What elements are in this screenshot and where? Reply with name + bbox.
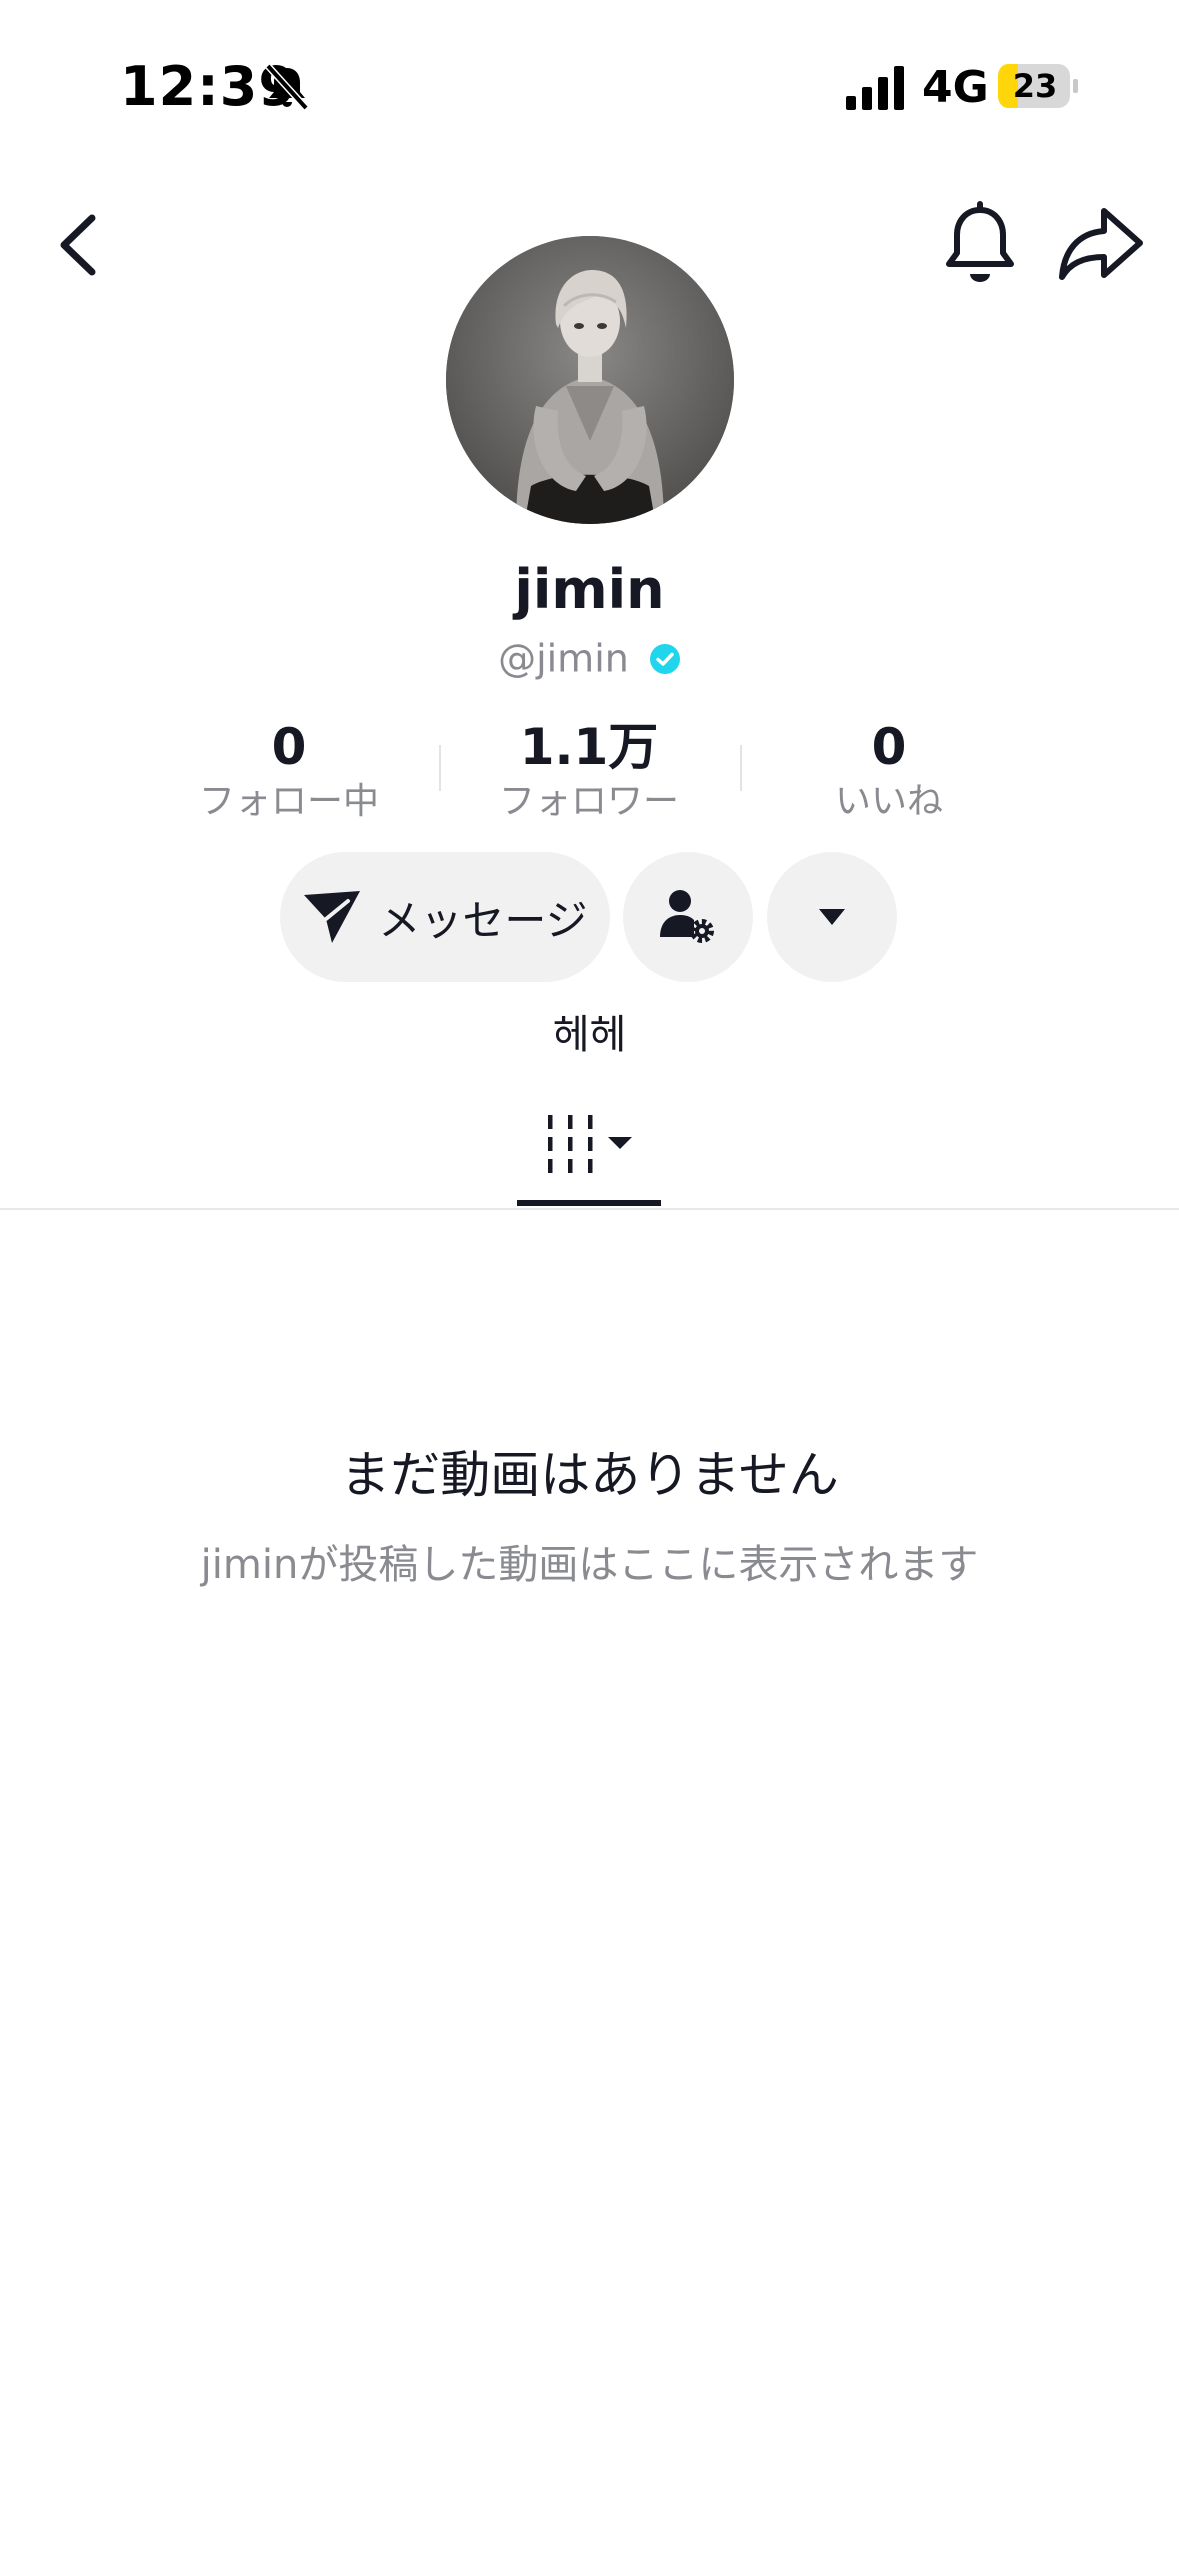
tab-divider xyxy=(0,1208,1179,1210)
bell-slash-icon xyxy=(265,63,309,111)
avatar[interactable] xyxy=(446,236,734,524)
following-count: 0 xyxy=(271,718,307,776)
message-button[interactable]: メッセージ xyxy=(280,852,610,982)
user-gear-icon xyxy=(660,890,714,943)
stat-divider xyxy=(439,745,441,791)
friend-settings-button[interactable] xyxy=(623,852,753,982)
videos-tab-icon[interactable] xyxy=(544,1115,636,1175)
stat-followers[interactable]: 1.1万 フォロワー xyxy=(459,715,719,825)
tab-active-indicator xyxy=(517,1200,661,1206)
back-chevron-icon[interactable] xyxy=(50,210,110,280)
share-arrow-icon[interactable] xyxy=(1056,205,1146,285)
caret-down-icon xyxy=(819,909,845,925)
more-dropdown-button[interactable] xyxy=(767,852,897,982)
stat-divider xyxy=(740,745,742,791)
network-type: 4G xyxy=(922,62,989,113)
bell-icon[interactable] xyxy=(940,200,1020,290)
battery-level: 23 xyxy=(1012,67,1058,105)
stat-following[interactable]: 0 フォロー中 xyxy=(159,715,419,825)
likes-count: 0 xyxy=(871,718,907,776)
empty-state-title: まだ動画はありません xyxy=(340,1446,839,1504)
empty-state-subtitle: jiminが投稿した動画はここに表示されます xyxy=(200,1542,979,1588)
username-handle: @jimin xyxy=(498,636,629,681)
handle-row: @jimin xyxy=(0,628,1179,687)
send-icon xyxy=(304,891,361,943)
cellular-signal-icon xyxy=(846,66,904,110)
verified-badge-icon xyxy=(649,643,680,674)
message-button-label: メッセージ xyxy=(378,895,588,945)
profile-photo xyxy=(446,236,734,524)
followers-count: 1.1万 xyxy=(519,718,659,776)
following-label: フォロー中 xyxy=(198,781,379,822)
display-name: jimin xyxy=(514,558,665,621)
bio: 헤헤 xyxy=(552,1012,627,1058)
stat-likes[interactable]: 0 いいね xyxy=(759,715,1019,825)
likes-label: いいね xyxy=(834,781,943,822)
followers-label: フォロワー xyxy=(498,781,679,822)
